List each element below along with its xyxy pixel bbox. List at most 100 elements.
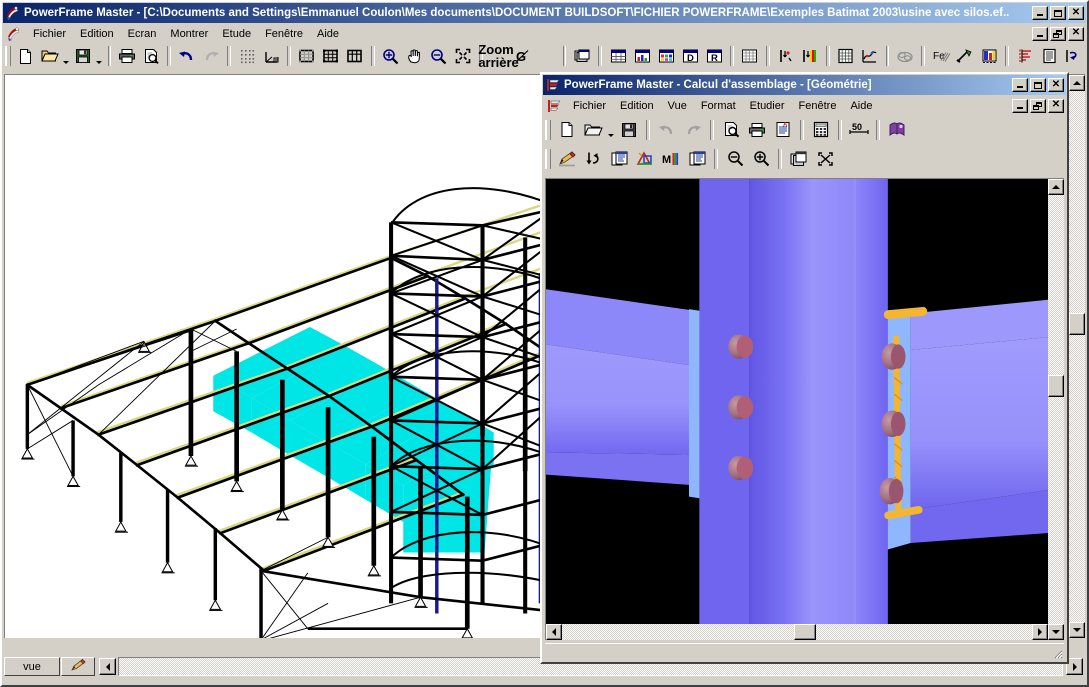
scrollbar-thumb[interactable] <box>1069 313 1085 335</box>
connection-button[interactable] <box>953 45 977 67</box>
connection-vertical-scrollbar[interactable] <box>1048 179 1064 640</box>
child-scale-button[interactable]: 50 <box>846 118 872 142</box>
scroll-down-button[interactable] <box>1048 624 1064 640</box>
child-open-file-button[interactable] <box>580 118 606 142</box>
save-file-button[interactable] <box>71 45 95 67</box>
open-file-dropdown[interactable] <box>62 42 71 71</box>
chart-window-button[interactable] <box>630 45 654 67</box>
connection-3d-viewport[interactable] <box>545 178 1064 640</box>
child-mdi-close-button[interactable]: ✕ <box>1048 98 1064 113</box>
menu-item-edition[interactable]: Edition <box>73 26 121 42</box>
zoom-out-button[interactable] <box>427 45 451 67</box>
calc-grid-button[interactable] <box>834 45 858 67</box>
child-minimize-button[interactable] <box>1012 78 1028 92</box>
connection-horizontal-scrollbar[interactable] <box>546 624 1048 640</box>
save-file-dropdown[interactable] <box>95 42 104 71</box>
child-paste-data-button[interactable] <box>684 147 710 171</box>
menu-item-aide[interactable]: Aide <box>310 26 346 42</box>
child-fit-view-button[interactable] <box>812 147 838 171</box>
child-mdi-minimize-button[interactable] <box>1012 98 1028 113</box>
child-menu-item-format[interactable]: Format <box>694 98 743 114</box>
child-close-button[interactable]: ✕ <box>1048 78 1064 92</box>
report-button[interactable] <box>1037 45 1061 67</box>
connection-calculation-window[interactable]: PowerFrame Master - Calcul d'assemblage … <box>540 72 1069 664</box>
child-print-button[interactable] <box>744 118 770 142</box>
mdi-minimize-button[interactable] <box>1032 26 1048 41</box>
child-maximize-button[interactable] <box>1030 78 1046 92</box>
maximize-button[interactable] <box>1050 6 1066 20</box>
pan-button[interactable] <box>403 45 427 67</box>
spreadsheet-button[interactable] <box>738 45 762 67</box>
zoom-fit-button[interactable] <box>451 45 475 67</box>
mesh-1-button[interactable] <box>295 45 319 67</box>
geometry-g-button[interactable]: Zoom arrière <box>478 43 518 69</box>
new-file-button[interactable] <box>14 45 38 67</box>
color-window-button[interactable] <box>654 45 678 67</box>
menu-item-montrer[interactable]: Montrer <box>163 26 215 42</box>
child-redo-button[interactable] <box>680 118 706 142</box>
color-load-button[interactable] <box>798 45 822 67</box>
result-window-button[interactable]: R <box>702 45 726 67</box>
child-help-book-button[interactable] <box>884 118 910 142</box>
section-color-button[interactable] <box>977 45 1001 67</box>
child-toolbar-grip[interactable] <box>545 119 551 140</box>
child-menu-item-etudier[interactable]: Etudier <box>743 98 792 114</box>
grid-points-button[interactable] <box>235 45 259 67</box>
child-menu-item-aide[interactable]: Aide <box>843 98 879 114</box>
child-menu-item-vue[interactable]: Vue <box>661 98 694 114</box>
menu-item-fichier[interactable]: Fichier <box>26 26 73 42</box>
node-load-button[interactable] <box>774 45 798 67</box>
scroll-left-button[interactable] <box>546 624 562 640</box>
table-window-button[interactable] <box>606 45 630 67</box>
child-menu-item-fichier[interactable]: Fichier <box>566 98 613 114</box>
child-menu-item-fenetre[interactable]: Fenêtre <box>792 98 844 114</box>
child-calculator-button[interactable] <box>808 118 834 142</box>
child-zoom-out-button[interactable] <box>722 147 748 171</box>
document-logo-icon[interactable] <box>6 26 22 42</box>
mesh-3-button[interactable] <box>343 45 367 67</box>
deform-window-button[interactable]: D <box>678 45 702 67</box>
child-zoom-in-button[interactable] <box>748 147 774 171</box>
minimize-button[interactable] <box>1032 6 1048 20</box>
scroll-right-button[interactable] <box>1032 624 1048 640</box>
undo-button[interactable] <box>175 45 199 67</box>
scroll-up-button[interactable] <box>1048 179 1064 195</box>
mdi-close-button[interactable]: ✕ <box>1068 26 1084 41</box>
menu-item-ecran[interactable]: Ecran <box>121 26 164 42</box>
print-preview-button[interactable] <box>139 45 163 67</box>
scrollbar-thumb[interactable] <box>1048 375 1064 397</box>
diagram-button[interactable] <box>1013 45 1037 67</box>
analysis-button[interactable] <box>858 45 882 67</box>
child-document-icon[interactable] <box>546 98 562 114</box>
child-new-file-button[interactable] <box>554 118 580 142</box>
child-undo-button[interactable] <box>654 118 680 142</box>
scrollbar-track[interactable] <box>1048 195 1064 624</box>
steel-fe-button[interactable]: Fe <box>929 45 953 67</box>
scrollbar-thumb[interactable] <box>794 624 816 640</box>
tab-scroll-left-button[interactable] <box>99 658 116 675</box>
mass-button[interactable] <box>893 45 917 67</box>
menu-item-etude[interactable]: Etude <box>215 26 258 42</box>
tab-vue[interactable]: vue <box>4 657 60 676</box>
scroll-down-button[interactable] <box>1069 622 1085 638</box>
axis-system-button[interactable] <box>259 45 283 67</box>
model-vertical-scrollbar[interactable] <box>1069 75 1085 638</box>
child-save-file-button[interactable] <box>616 118 642 142</box>
child-geometry-button[interactable] <box>632 147 658 171</box>
child-print-preview-button[interactable] <box>718 118 744 142</box>
toolbar-grip[interactable] <box>5 46 11 66</box>
child-text-report-button[interactable]: A <box>770 118 796 142</box>
scroll-up-button[interactable] <box>1069 75 1085 91</box>
print-button[interactable] <box>115 45 139 67</box>
redo-button[interactable] <box>199 45 223 67</box>
text-t-button[interactable] <box>535 45 559 67</box>
child-results-color-button[interactable]: M <box>658 147 684 171</box>
child-flip-button[interactable] <box>580 147 606 171</box>
layers-button[interactable] <box>570 45 594 67</box>
scrollbar-track[interactable] <box>1069 91 1085 622</box>
child-edit-pencil-button[interactable] <box>554 147 580 171</box>
mesh-2-button[interactable] <box>319 45 343 67</box>
tab-edit[interactable] <box>61 657 95 676</box>
child-copy-data-button[interactable] <box>606 147 632 171</box>
zoom-in-button[interactable] <box>379 45 403 67</box>
